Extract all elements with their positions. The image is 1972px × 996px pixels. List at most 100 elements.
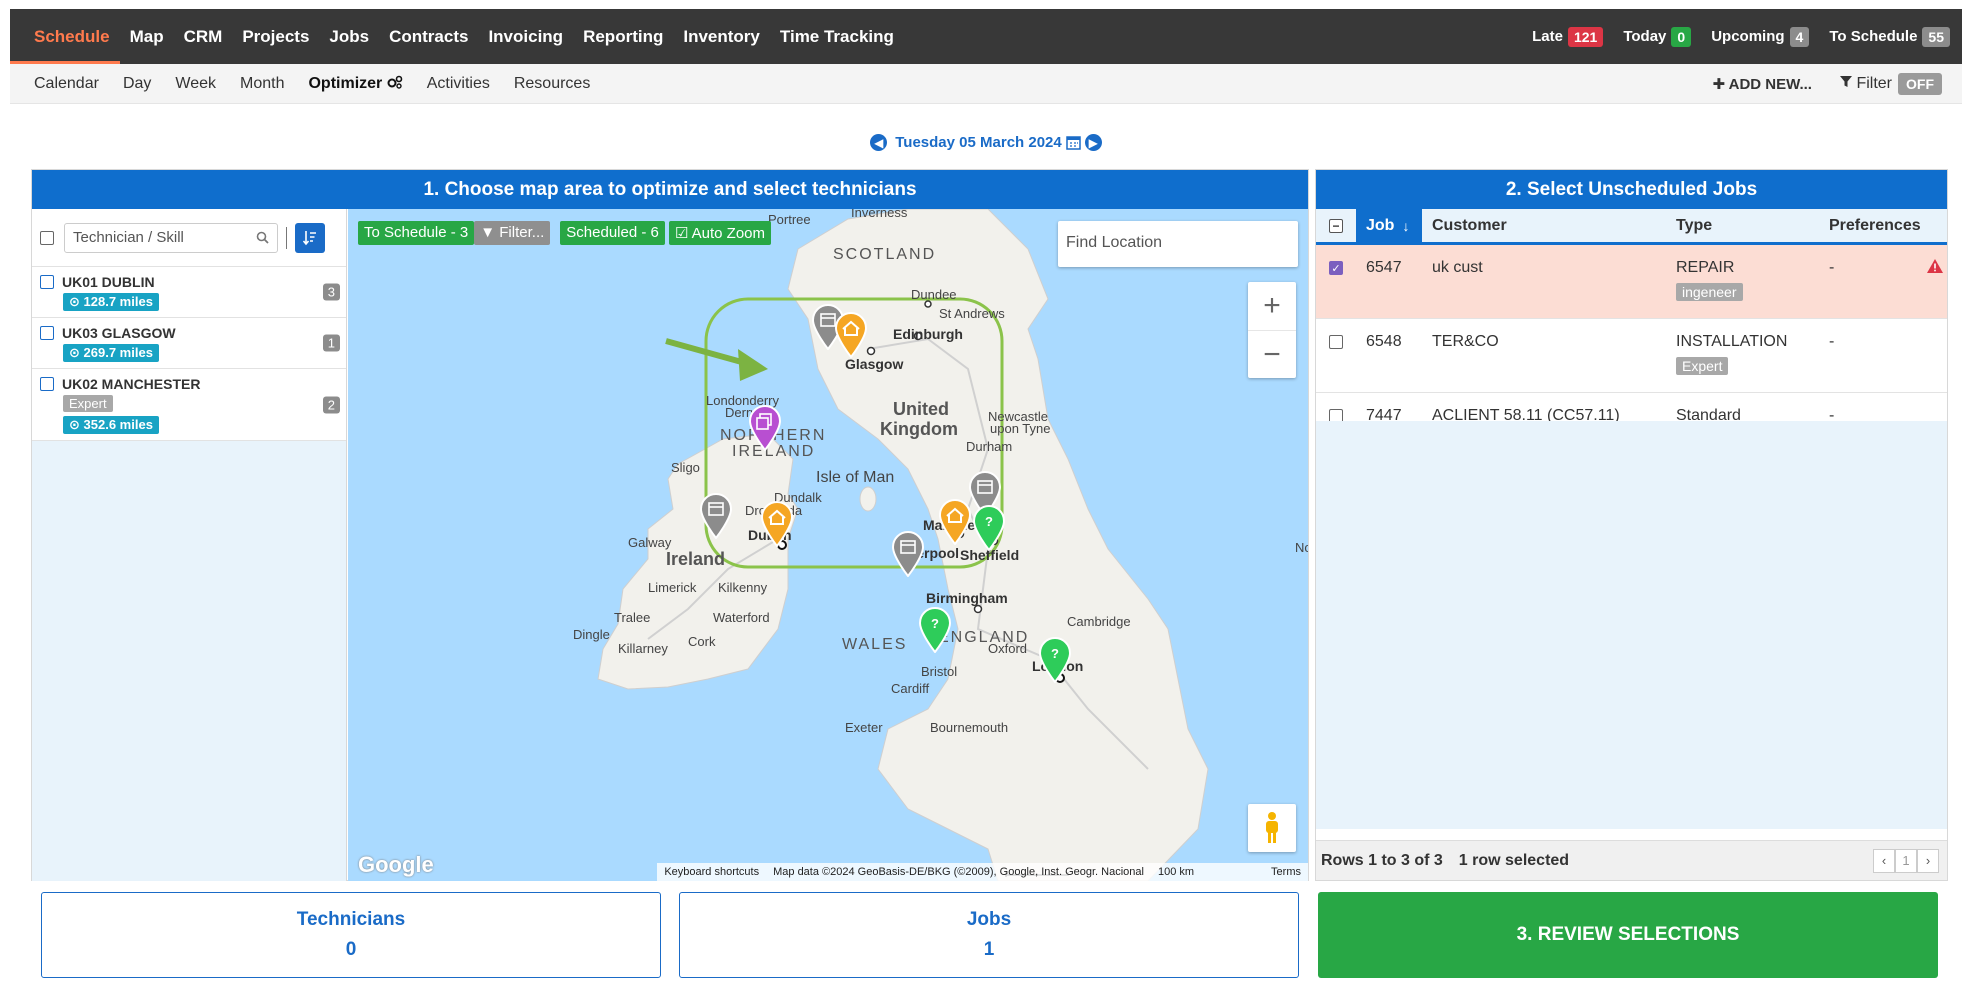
- next-page-icon[interactable]: ›: [1917, 848, 1939, 873]
- pin-multi-purple-icon[interactable]: [748, 405, 782, 451]
- clock-icon: ⊙: [69, 417, 80, 432]
- technician-list: Technician / Skill UK01 DUBLIN ⊙ 128.7 m…: [32, 209, 347, 881]
- nav-reporting[interactable]: Reporting: [573, 9, 673, 64]
- subnav-week[interactable]: Week: [163, 75, 228, 93]
- google-logo: Google: [358, 852, 434, 877]
- zoom-in-button[interactable]: +: [1248, 282, 1296, 330]
- count-upcoming[interactable]: Upcoming 4: [1711, 26, 1810, 47]
- nav-jobs[interactable]: Jobs: [319, 9, 379, 64]
- calendar-icon[interactable]: [1065, 135, 1081, 150]
- subnav-month[interactable]: Month: [228, 75, 296, 93]
- auto-zoom-toggle[interactable]: ☑ Auto Zoom: [668, 221, 772, 245]
- jobs-panel-title: 2. Select Unscheduled Jobs: [1316, 170, 1947, 209]
- job-row-checkbox[interactable]: [1329, 335, 1343, 349]
- sort-button[interactable]: [295, 222, 325, 253]
- count-to-schedule[interactable]: To Schedule 55: [1829, 26, 1950, 47]
- map-label-cork: Cork: [688, 634, 716, 649]
- map-label-dundee: Dundee: [911, 287, 957, 302]
- count-late[interactable]: Late 121: [1532, 26, 1604, 47]
- svg-text:?: ?: [1051, 646, 1059, 661]
- nav-invoicing[interactable]: Invoicing: [478, 9, 573, 64]
- review-selections-button[interactable]: 3. REVIEW SELECTIONS: [1318, 892, 1938, 978]
- subnav-activities[interactable]: Activities: [415, 75, 502, 93]
- map-label-bournemouth: Bournemouth: [930, 720, 1009, 735]
- city-dot: [866, 346, 876, 356]
- street-view-button[interactable]: [1248, 804, 1296, 852]
- keyboard-shortcuts-link[interactable]: Keyboard shortcuts: [657, 866, 766, 878]
- nav-inventory[interactable]: Inventory: [673, 9, 770, 64]
- job-customer: TER&CO: [1432, 333, 1499, 350]
- table-row[interactable]: ✓ 6547 uk cust REPAIR ingeneer -: [1316, 245, 1947, 319]
- filter-label: Filter: [1856, 74, 1892, 92]
- subnav-optimizer[interactable]: Optimizer: [296, 75, 414, 93]
- jobs-summary[interactable]: Jobs 1: [679, 892, 1299, 978]
- technician-row[interactable]: UK03 GLASGOW ⊙ 269.7 miles 1: [32, 318, 346, 369]
- map-label-waterford: Waterford: [713, 610, 770, 625]
- pin-scheduled-gray-icon[interactable]: [891, 531, 925, 577]
- select-all-technicians-checkbox[interactable]: [40, 230, 54, 245]
- job-number: 6548: [1366, 333, 1402, 350]
- pin-home-orange-icon[interactable]: [938, 499, 972, 545]
- technician-search-input[interactable]: Technician / Skill: [64, 222, 278, 253]
- current-date[interactable]: Tuesday 05 March 2024: [895, 134, 1061, 151]
- jobs-table-footer: Rows 1 to 3 of 3 1 row selected ‹ 1 ›: [1316, 840, 1947, 880]
- map-filter-button[interactable]: ▼ Filter...: [474, 221, 551, 245]
- count-late-label: Late: [1532, 28, 1563, 45]
- column-type[interactable]: Type: [1666, 217, 1819, 235]
- pin-unscheduled-green-icon[interactable]: ?: [972, 505, 1006, 551]
- map-label-oxford: Oxford: [988, 641, 1028, 656]
- filter-toggle[interactable]: Filter: [1839, 74, 1892, 93]
- map-label-edinburgh: Edinburgh: [893, 326, 963, 342]
- map-label-exeter: Exeter: [845, 720, 883, 735]
- select-all-jobs-checkbox[interactable]: −: [1329, 218, 1343, 233]
- table-row[interactable]: 6548 TER&CO INSTALLATION Expert -: [1316, 319, 1947, 393]
- nav-schedule[interactable]: Schedule: [10, 9, 120, 64]
- pin-home-orange-icon[interactable]: [760, 501, 794, 547]
- pointer-arrow-head: [738, 349, 768, 381]
- terms-link[interactable]: Terms: [1264, 866, 1308, 878]
- technician-checkbox[interactable]: [40, 275, 54, 289]
- count-today[interactable]: Today 0: [1623, 26, 1692, 47]
- add-new-button[interactable]: ✚ ADD NEW...: [1712, 75, 1812, 93]
- filter-state-badge[interactable]: OFF: [1898, 72, 1942, 95]
- technician-row[interactable]: UK01 DUBLIN ⊙ 128.7 miles 3: [32, 267, 346, 318]
- technicians-summary[interactable]: Technicians 0: [41, 892, 661, 978]
- technician-row[interactable]: UK02 MANCHESTER Expert ⊙ 352.6 miles 2: [32, 369, 346, 441]
- map-view[interactable]: Portree Inverness SCOTLAND Dundee St And…: [348, 209, 1308, 881]
- nav-time-tracking[interactable]: Time Tracking: [770, 9, 904, 64]
- prev-page-icon[interactable]: ‹: [1873, 848, 1895, 873]
- warning-icon: [1927, 259, 1943, 273]
- map-label-kilkenny: Kilkenny: [718, 580, 768, 595]
- map-label-limerick: Limerick: [648, 580, 697, 595]
- to-schedule-button[interactable]: To Schedule - 3: [358, 221, 475, 245]
- technician-checkbox[interactable]: [40, 326, 54, 340]
- subnav-resources[interactable]: Resources: [502, 75, 602, 93]
- pin-home-orange-icon[interactable]: [834, 312, 868, 358]
- filter-icon: [1839, 75, 1852, 87]
- job-row-checkbox[interactable]: ✓: [1329, 261, 1343, 275]
- clock-icon: ⊙: [69, 345, 80, 360]
- subnav-day[interactable]: Day: [111, 75, 163, 93]
- next-day-icon[interactable]: ▶: [1084, 134, 1102, 151]
- nav-contracts[interactable]: Contracts: [379, 9, 478, 64]
- column-job[interactable]: Job ↓: [1356, 209, 1422, 242]
- column-customer[interactable]: Customer: [1422, 217, 1666, 235]
- scheduled-button[interactable]: Scheduled - 6: [560, 221, 665, 245]
- zoom-out-button[interactable]: −: [1248, 330, 1296, 378]
- job-type-cell: INSTALLATION Expert: [1666, 319, 1819, 392]
- isle-of-man-landmass: [859, 486, 877, 512]
- pin-unscheduled-green-icon[interactable]: ?: [918, 607, 952, 653]
- page-number[interactable]: 1: [1895, 848, 1917, 873]
- nav-projects[interactable]: Projects: [232, 9, 319, 64]
- pin-scheduled-gray-icon[interactable]: [699, 493, 733, 539]
- subnav-calendar[interactable]: Calendar: [10, 75, 111, 93]
- column-preferences[interactable]: Preferences: [1819, 217, 1947, 235]
- nav-map[interactable]: Map: [120, 9, 174, 64]
- prev-day-icon[interactable]: ◀: [870, 134, 888, 151]
- distance-badge: ⊙ 269.7 miles: [63, 344, 159, 362]
- pin-unscheduled-green-icon[interactable]: ?: [1038, 637, 1072, 683]
- count-late-badge: 121: [1567, 26, 1604, 47]
- nav-crm[interactable]: CRM: [174, 9, 233, 64]
- technician-checkbox[interactable]: [40, 377, 54, 391]
- find-location-input[interactable]: Find Location: [1058, 221, 1298, 267]
